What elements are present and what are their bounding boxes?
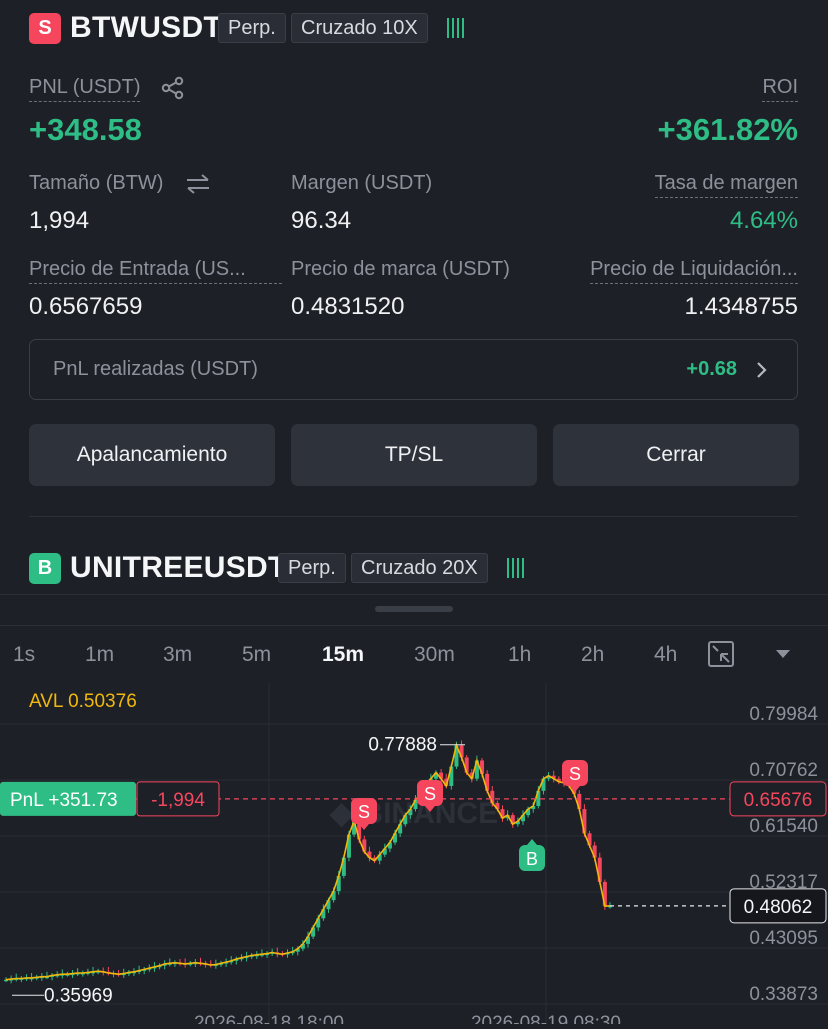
margin-rate-value: 4.64% bbox=[729, 207, 798, 234]
dropdown-arrow-icon[interactable] bbox=[775, 648, 791, 660]
high-label: 0.77888 bbox=[368, 735, 437, 756]
timeframe-30m[interactable]: 30m bbox=[414, 643, 455, 667]
mark-price-label: Precio de marca (USDT) bbox=[291, 258, 510, 280]
timeframe-3m[interactable]: 3m bbox=[163, 643, 192, 667]
roi-value: +361.82% bbox=[657, 112, 798, 147]
chevron-right-icon bbox=[757, 362, 767, 378]
section-divider bbox=[29, 516, 798, 517]
liq-price-value: 1.4348755 bbox=[684, 293, 798, 320]
trade-marker-text: S bbox=[569, 764, 581, 784]
trade-marker: S bbox=[562, 760, 588, 792]
y-tick-label: 0.79984 bbox=[749, 704, 818, 725]
close-position-button[interactable]: Cerrar bbox=[553, 424, 799, 486]
low-label: 0.35969 bbox=[44, 985, 113, 1006]
timeframe-4h[interactable]: 4h bbox=[654, 643, 677, 667]
tag-margin-mode-2[interactable]: Cruzado 20X bbox=[351, 553, 488, 583]
pnl-tag-text: PnL +351.73 bbox=[10, 790, 118, 811]
timeframe-1s[interactable]: 1s bbox=[13, 643, 35, 667]
price-chart[interactable]: 0.79984 0.70762 0.61540 0.52317 0.43095 0.338… bbox=[0, 683, 828, 1029]
timeframe-5m[interactable]: 5m bbox=[242, 643, 271, 667]
timeframe-15m[interactable]: 15m bbox=[322, 643, 364, 667]
timeframe-2h[interactable]: 2h bbox=[581, 643, 604, 667]
margin-value: 96.34 bbox=[291, 207, 352, 234]
tpsl-button[interactable]: TP/SL bbox=[291, 424, 537, 486]
trade-marker-pointer bbox=[527, 839, 537, 845]
y-tick-label: 0.43095 bbox=[749, 928, 818, 949]
share-icon[interactable] bbox=[160, 76, 186, 100]
toolbar-divider bbox=[0, 625, 828, 626]
y-tick-label: 0.70762 bbox=[749, 760, 818, 781]
trade-marker-text: S bbox=[358, 802, 370, 822]
size-value: 1,994 bbox=[29, 207, 90, 234]
trade-marker: B bbox=[519, 839, 545, 871]
entry-price-label: Precio de Entrada (US... bbox=[29, 258, 282, 284]
entry-price-value: 0.6567659 bbox=[29, 293, 143, 320]
symbol-title[interactable]: BTWUSDT bbox=[70, 11, 222, 45]
realized-pnl-row[interactable]: PnL realizadas (USDT) +0.68 bbox=[29, 339, 798, 400]
symbol-title-2[interactable]: UNITREEUSDT bbox=[70, 551, 287, 585]
x-tick-label: 2026-08-18 18:00 bbox=[194, 1013, 344, 1024]
leverage-button[interactable]: Apalancamiento bbox=[29, 424, 275, 486]
roi-label: ROI bbox=[762, 76, 798, 102]
tag-margin-mode[interactable]: Cruzado 10X bbox=[291, 13, 428, 43]
mark-price-value: 0.4831520 bbox=[291, 293, 405, 320]
liq-price-label: Precio de Liquidación... bbox=[590, 258, 798, 284]
side-badge-long: B bbox=[29, 553, 61, 584]
adl-indicator-icon bbox=[447, 18, 464, 38]
last-price-tag-text: 0.48062 bbox=[744, 897, 813, 918]
size-label: Tamaño (BTW) bbox=[29, 172, 164, 194]
pnl-label: PNL (USDT) bbox=[29, 76, 141, 102]
avl-indicator-label: AVL 0.50376 bbox=[29, 691, 137, 712]
drag-handle[interactable] bbox=[375, 606, 453, 612]
margin-rate-label: Tasa de margen bbox=[654, 172, 798, 198]
entry-price-tag-text: 0.65676 bbox=[744, 790, 813, 811]
qty-tag-text: -1,994 bbox=[151, 790, 205, 811]
adl-indicator-icon-2 bbox=[507, 558, 524, 578]
realized-pnl-value: +0.68 bbox=[686, 358, 737, 380]
margin-label: Margen (USDT) bbox=[291, 172, 433, 194]
swap-icon[interactable] bbox=[184, 172, 212, 196]
trade-marker-text: S bbox=[424, 784, 436, 804]
timeframe-1m[interactable]: 1m bbox=[85, 643, 114, 667]
pnl-value: +348.58 bbox=[29, 112, 142, 147]
fullscreen-icon[interactable] bbox=[707, 640, 735, 668]
side-badge-short: S bbox=[29, 13, 61, 44]
y-tick-label: 0.33873 bbox=[749, 984, 818, 1005]
realized-pnl-label: PnL realizadas (USDT) bbox=[53, 358, 258, 380]
sheet-divider bbox=[0, 594, 828, 595]
trade-marker-text: B bbox=[526, 849, 538, 869]
timeframe-1h[interactable]: 1h bbox=[508, 643, 531, 667]
tag-perpetual-2: Perp. bbox=[278, 553, 346, 583]
chart-svg: 0.799840.707620.615400.523170.430950.338… bbox=[0, 683, 828, 1029]
tag-perpetual: Perp. bbox=[218, 13, 286, 43]
y-tick-label: 0.61540 bbox=[749, 816, 818, 837]
x-tick-label: 2026-08-19 08:30 bbox=[471, 1013, 621, 1024]
